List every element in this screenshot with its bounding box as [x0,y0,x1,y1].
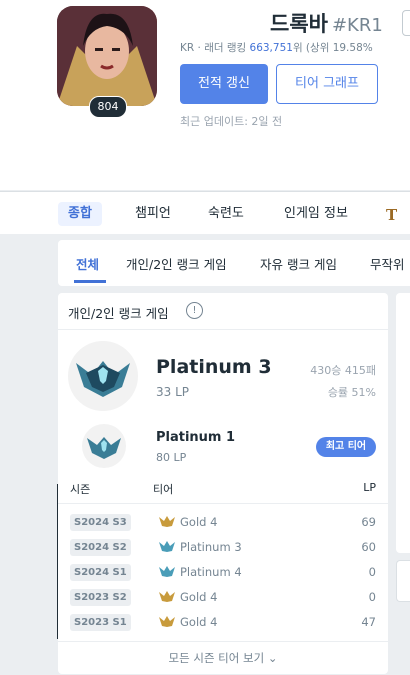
ladder-rank-value[interactable]: 663,751 [250,42,293,54]
tier-graph-button[interactable]: 티어 그래프 [276,64,378,104]
nav-tab-overview[interactable]: 종합 [58,202,102,226]
header-season: 시즌 [70,483,91,496]
season-label: S2024 S3 [70,514,131,531]
ladder-suffix: 위 (상위 19.58% [292,42,373,54]
row-tier: Platinum 4 [180,565,242,579]
table-row: S2024 S2 Platinum 3 60 [58,535,388,560]
table-row: S2023 S2 Gold 4 0 [58,585,388,610]
ladder-prefix: KR · 래더 랭킹 [180,42,247,54]
chevron-down-icon: ⌄ [267,651,278,665]
favorite-button[interactable] [402,10,410,36]
season-label: S2023 S2 [70,589,131,606]
row-lp: 0 [368,590,376,604]
platinum-emblem-icon [68,341,138,411]
nav-tab-mastery[interactable]: 숙련도 [208,202,244,226]
row-lp: 47 [361,615,376,629]
row-tier: Gold 4 [180,615,218,629]
table-row: S2024 S1 Platinum 4 0 [58,560,388,585]
season-label: S2024 S1 [70,564,131,581]
summoner-name-text: 드록바 [270,12,328,36]
summoner-name: 드록바 #KR1 [270,8,383,38]
queue-tab-aram[interactable]: 무작위 [370,254,405,273]
current-tier: Platinum 3 [156,356,272,378]
side-input[interactable] [396,560,410,602]
panel-title: 개인/2인 랭크 게임 [68,306,169,321]
row-tier: Gold 4 [180,515,218,529]
queue-tabs: 전체 개인/2인 랭크 게임 자유 랭크 게임 무작위 [58,240,410,286]
view-all-seasons-button[interactable]: 모든 시즌 티어 보기 ⌄ [58,641,388,675]
gold-emblem-icon [159,616,175,627]
view-all-seasons-label: 모든 시즌 티어 보기 [168,651,265,665]
info-icon[interactable]: ! [186,302,203,319]
gold-emblem-icon [159,516,175,527]
nav-tab-ingame[interactable]: 인게임 정보 [284,202,348,226]
refresh-button[interactable]: 전적 갱신 [180,64,268,104]
win-rate: 승률 51% [327,386,376,399]
queue-tab-all[interactable]: 전체 [76,254,99,273]
queue-tab-indicator [74,280,106,283]
last-updated: 최근 업데이트: 2일 전 [180,115,283,128]
peak-lp: 80 LP [156,451,187,464]
gold-emblem-icon [159,591,175,602]
platinum-emblem-icon [159,566,175,577]
current-lp: 33 LP [156,385,190,399]
panel-header: 개인/2인 랭크 게임 ! [58,293,388,330]
row-lp: 0 [368,565,376,579]
header-tier: 티어 [153,483,174,496]
ranked-panel: 개인/2인 랭크 게임 ! Platinum 3 33 LP 430승 415패… [58,293,388,674]
peak-tier: Platinum 1 [156,430,236,445]
external-logo-icon[interactable]: T [386,206,397,224]
main-nav: 종합 챔피언 숙련도 인게임 정보 T [0,191,410,234]
row-tier: Platinum 3 [180,540,242,554]
season-label: S2023 S1 [70,614,131,631]
platinum-emblem-icon [159,541,175,552]
season-label: S2024 S2 [70,539,131,556]
table-divider [58,503,388,504]
summoner-tag: #KR1 [331,15,383,36]
ladder-rank: KR · 래더 랭킹 663,751위 (상위 19.58% [180,40,373,55]
platinum-emblem-icon [82,424,126,468]
side-panel [396,293,410,553]
win-loss-record: 430승 415패 [310,364,376,377]
header-lp: LP [363,481,376,494]
profile-header: 804 드록바 #KR1 KR · 래더 랭킹 663,751위 (상위 19.5… [0,0,410,190]
row-tier: Gold 4 [180,590,218,604]
profile-avatar [57,6,157,106]
level-badge: 804 [89,96,127,118]
left-edge-strip [57,484,58,639]
table-row: S2024 S3 Gold 4 69 [58,510,388,535]
queue-tab-solo[interactable]: 개인/2인 랭크 게임 [126,254,227,273]
nav-tab-champions[interactable]: 챔피언 [135,202,171,226]
row-lp: 69 [361,515,376,529]
table-row: S2023 S1 Gold 4 47 [58,610,388,635]
row-lp: 60 [361,540,376,554]
queue-tab-flex[interactable]: 자유 랭크 게임 [260,254,337,273]
peak-tier-badge: 최고 티어 [316,437,376,457]
